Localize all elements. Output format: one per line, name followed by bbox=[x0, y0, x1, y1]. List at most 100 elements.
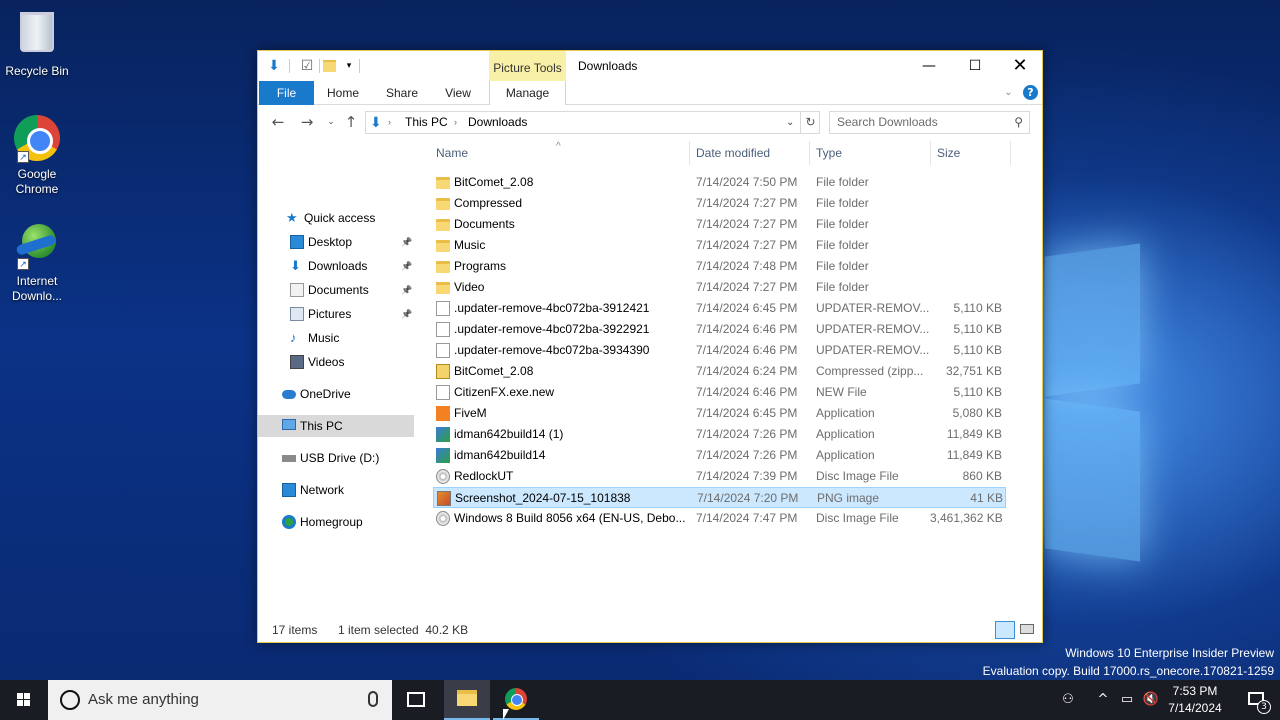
tab-manage[interactable]: Manage bbox=[489, 81, 566, 105]
system-clock[interactable]: 7:53 PM 7/14/2024 bbox=[1160, 683, 1230, 717]
details-view-icon[interactable] bbox=[995, 621, 1015, 639]
sidebar-item-label: Downloads bbox=[308, 259, 368, 273]
file-row[interactable]: BitComet_2.08 7/14/2024 6:24 PM Compressed… bbox=[433, 361, 1006, 382]
file-row[interactable]: CitizenFX.exe.new 7/14/2024 6:46 PM NEW Fi… bbox=[433, 382, 1006, 403]
people-icon[interactable]: ⚇ bbox=[1056, 680, 1080, 720]
desktop-icon-google-chrome[interactable]: ↗ Google Chrome bbox=[0, 115, 74, 197]
taskbar-file-explorer[interactable] bbox=[444, 680, 490, 720]
tab-view[interactable]: View bbox=[434, 81, 482, 105]
file-row[interactable]: FiveM 7/14/2024 6:45 PM Application 5,080 K… bbox=[433, 403, 1006, 424]
homegroup-icon bbox=[282, 515, 296, 529]
breadcrumb-downloads[interactable]: Downloads bbox=[468, 112, 527, 133]
help-icon[interactable]: ? bbox=[1023, 85, 1038, 100]
file-row[interactable]: idman642build14 7/14/2024 7:26 PM Applicat… bbox=[433, 445, 1006, 466]
start-button[interactable] bbox=[0, 680, 48, 720]
file-type: Application bbox=[816, 448, 875, 462]
fivem-app-icon bbox=[436, 406, 450, 421]
file-row[interactable]: Screenshot_2024-07-15_101838 7/14/2024 7:… bbox=[433, 487, 1006, 508]
file-size: 5,110 KB bbox=[953, 301, 1002, 315]
file-size: 41 KB bbox=[970, 491, 1003, 505]
up-button[interactable]: ↑ bbox=[340, 111, 362, 133]
pin-icon[interactable]: 📌 bbox=[401, 279, 412, 301]
new-folder-icon[interactable] bbox=[321, 57, 339, 75]
sidebar-item-label: Videos bbox=[308, 355, 345, 369]
breadcrumb-this-pc[interactable]: This PC bbox=[405, 112, 448, 133]
microphone-icon[interactable] bbox=[368, 691, 378, 707]
qat-dropdown-icon[interactable]: ▾ bbox=[340, 57, 358, 75]
address-dropdown-icon[interactable]: ⌄ bbox=[786, 112, 794, 133]
ribbon-expand-icon[interactable]: ⌄ bbox=[1001, 85, 1016, 100]
file-row[interactable]: .updater-remove-4bc072ba-3922921 7/14/202… bbox=[433, 319, 1006, 340]
pin-icon[interactable]: 📌 bbox=[401, 303, 412, 325]
large-icons-view-icon[interactable] bbox=[1018, 621, 1038, 639]
properties-icon[interactable]: ☑ bbox=[298, 57, 316, 75]
sidebar-item-label: Music bbox=[308, 331, 340, 345]
tab-share[interactable]: Share bbox=[378, 81, 426, 105]
sidebar-item-pictures[interactable]: Pictures 📌 bbox=[258, 303, 414, 325]
desktop-icon-internet-download-manager[interactable]: ↗ Internet Downlo... bbox=[0, 222, 74, 304]
sidebar-item-documents[interactable]: Documents 📌 bbox=[258, 279, 414, 301]
cortana-search-box[interactable]: Ask me anything bbox=[48, 680, 392, 720]
refresh-icon[interactable]: ↻ bbox=[800, 112, 820, 133]
sidebar-item-network[interactable]: Network bbox=[258, 479, 414, 501]
watermark-build: Evaluation copy. Build 17000.rs_onecore.… bbox=[982, 664, 1274, 678]
sidebar-item-onedrive[interactable]: OneDrive bbox=[258, 383, 414, 405]
file-row[interactable]: Documents 7/14/2024 7:27 PM File folder bbox=[433, 214, 1006, 235]
sidebar-item-this-pc[interactable]: This PC bbox=[258, 415, 414, 437]
file-size: 5,110 KB bbox=[953, 343, 1002, 357]
file-name: idman642build14 bbox=[454, 448, 546, 462]
videos-icon bbox=[290, 355, 304, 369]
forward-button[interactable]: → bbox=[296, 111, 318, 133]
search-input[interactable]: Search Downloads ⚲ bbox=[829, 111, 1030, 134]
sidebar-item-videos[interactable]: Videos bbox=[258, 351, 414, 373]
show-hidden-icons-icon[interactable]: ^ bbox=[1092, 680, 1114, 720]
sidebar-item-homegroup[interactable]: Homegroup bbox=[258, 511, 414, 533]
folder-icon bbox=[436, 261, 450, 273]
sidebar-item-downloads[interactable]: ⬇ Downloads 📌 bbox=[258, 255, 414, 277]
file-row[interactable]: idman642build14 (1) 7/14/2024 7:26 PM Appl… bbox=[433, 424, 1006, 445]
desktop-icon-recycle-bin[interactable]: Recycle Bin bbox=[0, 8, 74, 79]
file-type: File folder bbox=[816, 175, 869, 189]
column-headers: Name ^ Date modified Type Size bbox=[430, 141, 1040, 165]
back-button[interactable]: ← bbox=[267, 111, 289, 133]
tab-home[interactable]: Home bbox=[319, 81, 367, 105]
file-row[interactable]: RedlockUT 7/14/2024 7:39 PM Disc Image Fil… bbox=[433, 466, 1006, 487]
address-bar[interactable]: ⬇ › This PC › Downloads ⌄ ↻ bbox=[365, 111, 820, 134]
file-row[interactable]: Music 7/14/2024 7:27 PM File folder bbox=[433, 235, 1006, 256]
taskbar-chrome[interactable] bbox=[493, 680, 539, 720]
file-row[interactable]: Windows 8 Build 8056 x64 (EN-US, Debo...… bbox=[433, 508, 1006, 529]
file-row[interactable]: BitComet_2.08 7/14/2024 7:50 PM File folde… bbox=[433, 172, 1006, 193]
folder-download-icon[interactable]: ⬇ bbox=[265, 57, 283, 75]
pin-icon[interactable]: 📌 bbox=[401, 231, 412, 253]
file-row[interactable]: .updater-remove-4bc072ba-3934390 7/14/202… bbox=[433, 340, 1006, 361]
action-center-button[interactable]: 3 bbox=[1236, 680, 1280, 720]
file-name: .updater-remove-4bc072ba-3912421 bbox=[454, 301, 650, 315]
file-row[interactable]: Compressed 7/14/2024 7:27 PM File folder bbox=[433, 193, 1006, 214]
volume-muted-icon[interactable]: 🔇 bbox=[1140, 680, 1162, 720]
sidebar-item-quick-access[interactable]: ★ Quick access bbox=[258, 207, 414, 229]
column-header-type[interactable]: Type bbox=[810, 141, 931, 165]
file-row[interactable]: .updater-remove-4bc072ba-3912421 7/14/202… bbox=[433, 298, 1006, 319]
sidebar-item-music[interactable]: ♪ Music bbox=[258, 327, 414, 349]
minimize-button[interactable]: — bbox=[906, 51, 952, 81]
file-type: NEW File bbox=[816, 385, 867, 399]
close-button[interactable]: ✕ bbox=[997, 51, 1043, 81]
tab-file[interactable]: File bbox=[259, 81, 314, 105]
recent-locations-icon[interactable]: ⌄ bbox=[320, 111, 342, 133]
column-header-date-modified[interactable]: Date modified bbox=[690, 141, 810, 165]
maximize-button[interactable]: ☐ bbox=[952, 51, 998, 81]
file-row[interactable]: Programs 7/14/2024 7:48 PM File folder bbox=[433, 256, 1006, 277]
file-type: UPDATER-REMOV... bbox=[816, 301, 929, 315]
file-row[interactable]: Video 7/14/2024 7:27 PM File folder bbox=[433, 277, 1006, 298]
pin-icon[interactable]: 📌 bbox=[401, 255, 412, 277]
task-view-button[interactable] bbox=[396, 680, 436, 720]
title-bar[interactable]: ⬇ ☑ ▾ Picture Tools Downloads — ☐ ✕ bbox=[258, 51, 1042, 81]
network-status-icon[interactable]: ▭ bbox=[1116, 680, 1138, 720]
sidebar-item-usb-drive-d[interactable]: USB Drive (D:) bbox=[258, 447, 414, 469]
sidebar-item-desktop[interactable]: Desktop 📌 bbox=[258, 231, 414, 253]
column-header-name[interactable]: Name ^ bbox=[430, 141, 690, 165]
column-header-size[interactable]: Size bbox=[931, 141, 1011, 165]
breadcrumb-separator-icon[interactable]: › bbox=[454, 112, 457, 133]
documents-icon bbox=[290, 283, 304, 297]
breadcrumb-separator-icon[interactable]: › bbox=[388, 112, 391, 133]
